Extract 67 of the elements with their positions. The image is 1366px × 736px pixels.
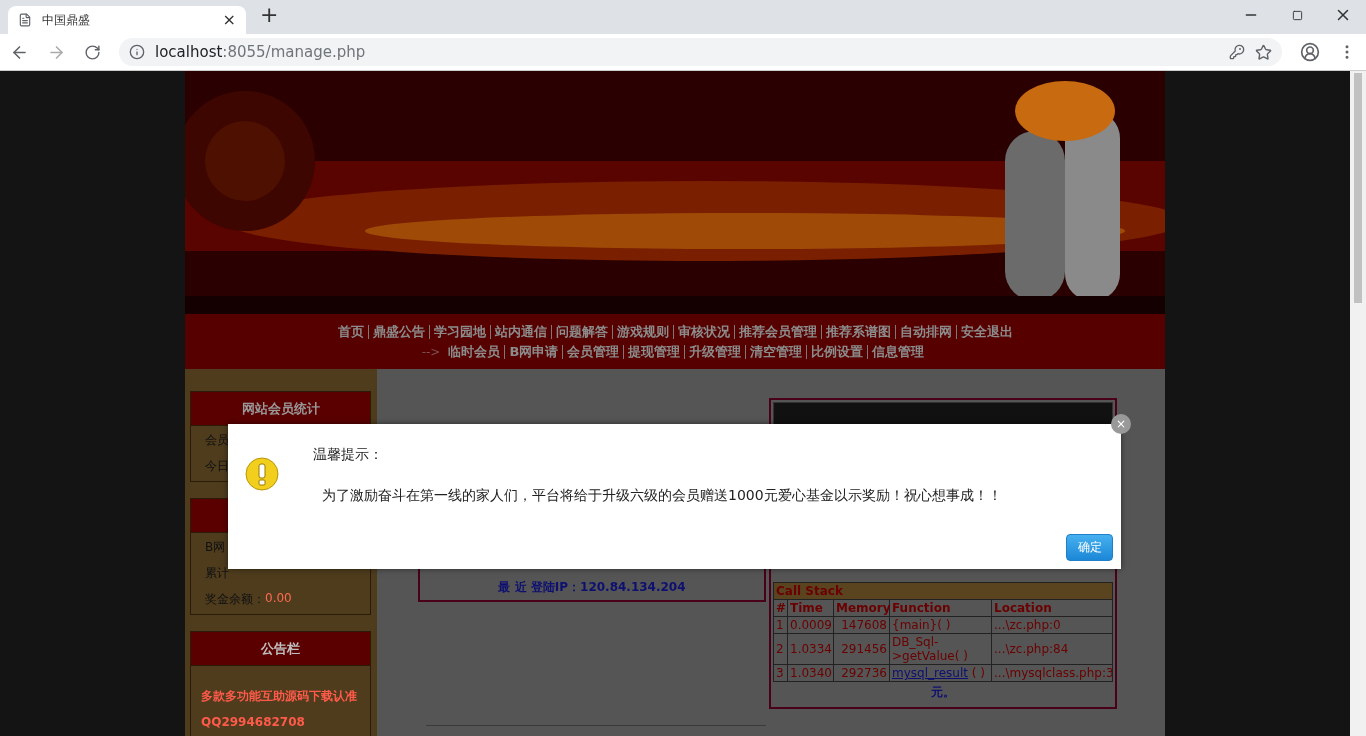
table-cell: 291456 bbox=[833, 633, 890, 665]
nav-link[interactable]: 信息管理 bbox=[867, 344, 929, 359]
nav-link[interactable]: 清空管理 bbox=[745, 344, 807, 359]
page-icon bbox=[18, 13, 32, 27]
new-tab-button[interactable]: + bbox=[260, 4, 279, 26]
table-cell: 0.0009 bbox=[787, 616, 834, 634]
login-ip-text: 最 近 登陆IP：120.84.134.204 bbox=[498, 579, 686, 596]
table-cell: 292736 bbox=[833, 664, 890, 682]
nav-link[interactable]: 问题解答 bbox=[550, 324, 612, 339]
table-cell: DB_Sql->getValue( ) bbox=[889, 633, 992, 665]
tab-close-button[interactable]: × bbox=[222, 12, 236, 28]
call-parens: ( ) bbox=[970, 666, 985, 680]
nav-link[interactable]: 提现管理 bbox=[623, 344, 685, 359]
notice-text: 多款多功能互助源码下载认准 bbox=[201, 688, 358, 705]
table-cell: 1.0340 bbox=[787, 664, 834, 682]
dialog-message: 为了激励奋斗在第一线的家人们，平台将给于升级六级的会员赠送1000元爱心基金以示奖励！祝心想事成！！ bbox=[322, 487, 1002, 505]
browser-tab[interactable]: 中国鼎盛 × bbox=[8, 6, 246, 34]
nav-link[interactable]: 临时会员 bbox=[444, 344, 505, 359]
nav-link[interactable]: 学习园地 bbox=[428, 324, 490, 339]
arrow-mark: --> bbox=[421, 344, 441, 359]
column-header: # bbox=[773, 599, 788, 617]
nav-link[interactable]: 推荐系谱图 bbox=[820, 324, 895, 339]
key-icon[interactable] bbox=[1229, 44, 1245, 60]
tab-title: 中国鼎盛 bbox=[42, 11, 91, 29]
table-cell: ...\zc.php:84 bbox=[991, 633, 1113, 665]
column-header: Location bbox=[991, 599, 1113, 617]
nav-link[interactable]: 审核状况 bbox=[672, 324, 734, 339]
account-icon[interactable] bbox=[1300, 42, 1320, 62]
scrollbar[interactable] bbox=[1350, 71, 1366, 736]
warning-icon bbox=[245, 457, 279, 491]
nav-link[interactable]: 自动排网 bbox=[894, 324, 956, 339]
table-caption: Call Stack bbox=[773, 582, 1113, 600]
info-icon bbox=[129, 44, 145, 60]
stat-label: 今日 bbox=[205, 458, 229, 475]
stat-value: 0.00 bbox=[265, 591, 292, 607]
column-header: Time bbox=[787, 599, 834, 617]
card-title: 公告栏 bbox=[261, 639, 300, 658]
table-cell: 147608 bbox=[833, 616, 890, 634]
stat-label: 累计 bbox=[205, 565, 229, 582]
star-icon[interactable] bbox=[1255, 43, 1272, 61]
table-cell: 3 bbox=[773, 664, 788, 682]
stat-label: B网 bbox=[205, 539, 226, 556]
reload-icon[interactable] bbox=[84, 43, 101, 61]
url-text: localhost:8055/manage.php bbox=[155, 43, 366, 61]
nav-link[interactable]: 安全退出 bbox=[955, 324, 1017, 339]
currency-text: 元。 bbox=[931, 685, 955, 699]
table-cell: {main}( ) bbox=[889, 616, 992, 634]
nav-link[interactable]: B网申请 bbox=[504, 344, 563, 359]
card-title: 网站会员统计 bbox=[241, 399, 320, 418]
table-cell: 1 bbox=[773, 616, 788, 634]
nav-link[interactable]: 站内通信 bbox=[489, 324, 551, 339]
table-cell: 2 bbox=[773, 633, 788, 665]
notice-text: QQ2994682708 bbox=[201, 714, 306, 731]
dialog-title: 温馨提示： bbox=[313, 446, 383, 464]
nav-link[interactable]: 升级管理 bbox=[684, 344, 746, 359]
nav-link[interactable]: 鼎盛公告 bbox=[367, 324, 429, 339]
column-header: Memory bbox=[833, 599, 890, 617]
ok-button[interactable]: 确定 bbox=[1066, 534, 1113, 561]
nav-link[interactable]: 会员管理 bbox=[562, 344, 624, 359]
column-header: Function bbox=[889, 599, 992, 617]
nav-link[interactable]: 比例设置 bbox=[806, 344, 868, 359]
address-field[interactable]: localhost:8055/manage.php bbox=[119, 38, 1282, 66]
nav-link[interactable]: 推荐会员管理 bbox=[733, 324, 821, 339]
nav-link[interactable]: 首页 bbox=[333, 324, 368, 339]
table-cell: 1.0334 bbox=[787, 633, 834, 665]
nav-link[interactable]: 游戏规则 bbox=[611, 324, 673, 339]
table-cell: ...\zc.php:0 bbox=[991, 616, 1113, 634]
